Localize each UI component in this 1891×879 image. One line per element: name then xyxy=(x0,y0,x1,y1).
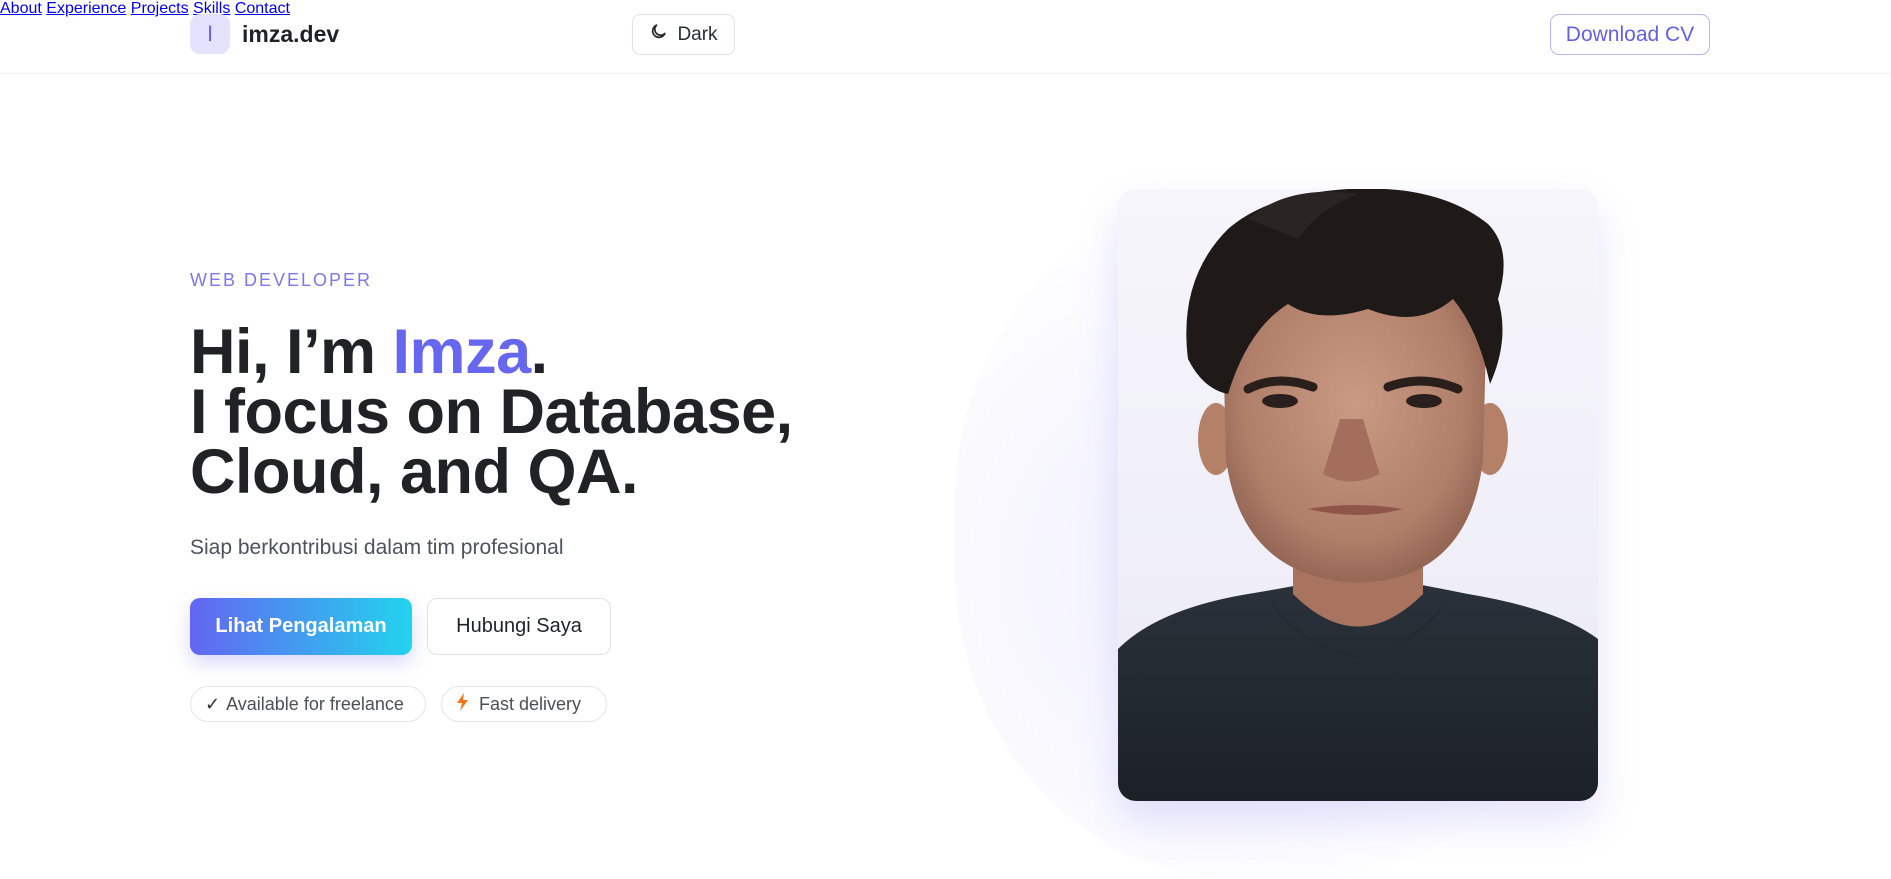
contact-me-button[interactable]: Hubungi Saya xyxy=(427,598,611,655)
lightning-icon xyxy=(456,692,469,716)
theme-toggle-button[interactable]: Dark xyxy=(632,14,735,55)
brand-name: imza.dev xyxy=(242,20,340,47)
hero-headline: Hi, I’m Imza. I focus on Database, Cloud… xyxy=(190,321,793,504)
profile-photo xyxy=(1118,189,1598,801)
brand-badge: I xyxy=(190,14,230,54)
freelance-chip-label: Available for freelance xyxy=(226,693,404,714)
nav-experience[interactable]: Experience xyxy=(46,0,126,17)
headline-line-3: Cloud, and QA. xyxy=(190,437,638,507)
hero-subtitle: Siap berkontribusi dalam tim profesional xyxy=(190,536,564,559)
check-icon: ✓ xyxy=(205,693,221,714)
moon-icon xyxy=(649,22,668,47)
theme-toggle-label: Dark xyxy=(677,23,718,45)
navbar: I imza.dev Dark About Experience Project… xyxy=(0,0,1891,74)
download-cv-button[interactable]: Download CV xyxy=(1550,14,1710,55)
nav-projects[interactable]: Projects xyxy=(131,0,189,17)
hero-eyebrow: WEB DEVELOPER xyxy=(190,270,373,290)
freelance-chip: ✓ Available for freelance xyxy=(190,686,426,722)
fast-delivery-chip-label: Fast delivery xyxy=(479,693,582,714)
view-experience-button[interactable]: Lihat Pengalaman xyxy=(190,598,412,655)
fast-delivery-chip: Fast delivery xyxy=(441,686,607,722)
portrait-illustration xyxy=(1118,189,1598,801)
nav-about[interactable]: About xyxy=(0,0,42,17)
brand-logo[interactable]: I imza.dev xyxy=(190,14,339,54)
